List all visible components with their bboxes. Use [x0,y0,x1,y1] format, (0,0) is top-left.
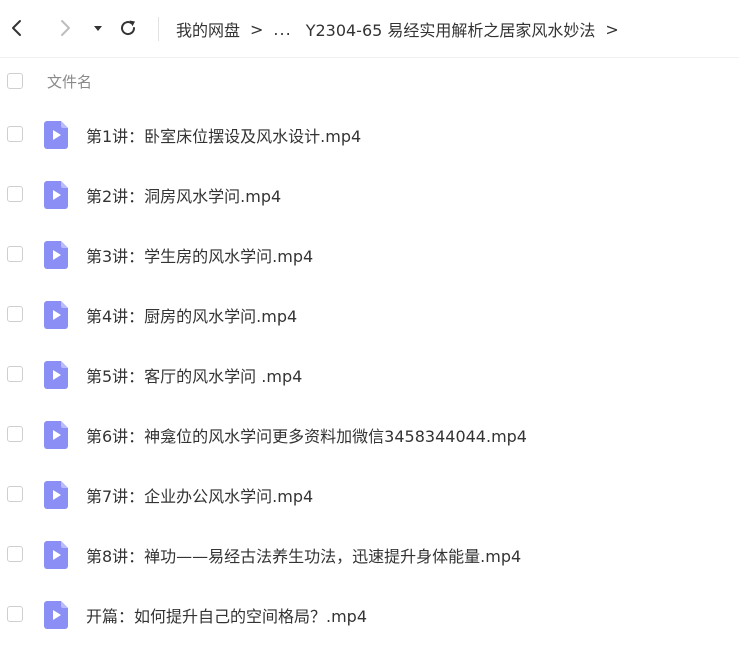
breadcrumb-current-folder[interactable]: Y2304-65 易经实用解析之居家风水妙法 [306,17,596,41]
file-checkbox[interactable] [7,366,23,382]
file-list-header: 文件名 [0,57,739,104]
toolbar: 我的网盘 > ... Y2304-65 易经实用解析之居家风水妙法 > [0,0,739,57]
file-row[interactable]: 第6讲：神龛位的风水学问更多资料加微信3458344044.mp4 [0,404,739,464]
video-file-icon [44,481,68,509]
file-row[interactable]: 开篇：如何提升自己的空间格局？.mp4 [0,584,739,644]
breadcrumb-separator: > [250,19,264,39]
toolbar-divider [158,17,159,41]
video-file-icon [44,121,68,149]
file-checkbox[interactable] [7,126,23,142]
video-file-icon [44,421,68,449]
file-row[interactable]: 第1讲：卧室床位摆设及风水设计.mp4 [0,104,739,164]
file-list: 第1讲：卧室床位摆设及风水设计.mp4 第2讲：洞房风水学问.mp4 第3讲：学生房… [0,104,739,644]
chevron-right-icon [61,20,70,36]
file-checkbox[interactable] [7,546,23,562]
video-file-icon [44,601,68,629]
file-name[interactable]: 第5讲：客厅的风水学问 .mp4 [86,363,302,387]
video-file-icon [44,241,68,269]
file-checkbox[interactable] [7,486,23,502]
breadcrumb-ellipsis[interactable]: ... [273,20,291,39]
caret-down-icon [94,26,102,31]
chevron-left-icon [12,20,21,36]
breadcrumb-root[interactable]: 我的网盘 [176,17,240,41]
file-name[interactable]: 第3讲：学生房的风水学问.mp4 [86,243,313,267]
back-button[interactable] [6,17,28,39]
refresh-icon [121,20,136,36]
file-checkbox[interactable] [7,186,23,202]
file-row[interactable]: 第2讲：洞房风水学问.mp4 [0,164,739,224]
breadcrumb-trailing-separator[interactable]: > [605,20,618,39]
forward-button[interactable] [54,17,76,39]
name-column-header[interactable]: 文件名 [47,71,92,92]
history-dropdown-button[interactable] [87,17,109,39]
select-all-checkbox[interactable] [7,73,23,89]
video-file-icon [44,361,68,389]
file-checkbox[interactable] [7,606,23,622]
refresh-button[interactable] [117,17,139,39]
file-name[interactable]: 第8讲：禅功——易经古法养生功法，迅速提升身体能量.mp4 [86,543,521,567]
file-row[interactable]: 第7讲：企业办公风水学问.mp4 [0,464,739,524]
file-row[interactable]: 第3讲：学生房的风水学问.mp4 [0,224,739,284]
file-name[interactable]: 第2讲：洞房风水学问.mp4 [86,183,281,207]
file-checkbox[interactable] [7,426,23,442]
video-file-icon [44,301,68,329]
file-checkbox[interactable] [7,246,23,262]
file-name[interactable]: 第1讲：卧室床位摆设及风水设计.mp4 [86,123,361,147]
file-name[interactable]: 第6讲：神龛位的风水学问更多资料加微信3458344044.mp4 [86,423,527,447]
file-name[interactable]: 第4讲：厨房的风水学问.mp4 [86,303,297,327]
video-file-icon [44,181,68,209]
file-row[interactable]: 第4讲：厨房的风水学问.mp4 [0,284,739,344]
file-row[interactable]: 第8讲：禅功——易经古法养生功法，迅速提升身体能量.mp4 [0,524,739,584]
file-row[interactable]: 第5讲：客厅的风水学问 .mp4 [0,344,739,404]
breadcrumb: 我的网盘 > ... Y2304-65 易经实用解析之居家风水妙法 > [176,17,629,41]
video-file-icon [44,541,68,569]
file-checkbox[interactable] [7,306,23,322]
file-name[interactable]: 第7讲：企业办公风水学问.mp4 [86,483,313,507]
file-name[interactable]: 开篇：如何提升自己的空间格局？.mp4 [86,603,367,627]
